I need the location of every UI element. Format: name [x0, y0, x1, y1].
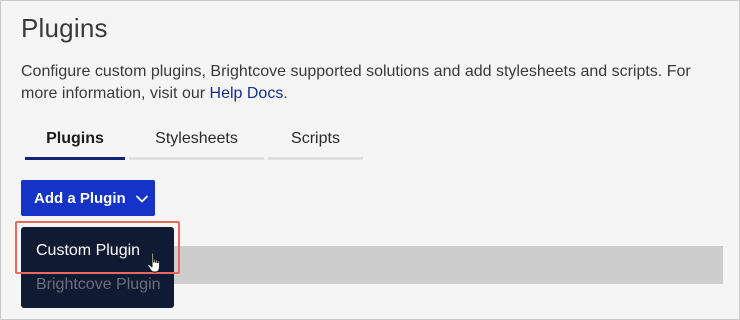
- plugin-list-row: [161, 246, 723, 284]
- help-docs-link[interactable]: Help Docs: [210, 85, 284, 102]
- page-title: Plugins: [21, 13, 108, 43]
- tab-stylesheets[interactable]: Stylesheets: [129, 127, 264, 160]
- tab-plugins[interactable]: Plugins: [25, 127, 125, 160]
- plugins-panel: Plugins Configure custom plugins, Bright…: [0, 0, 740, 320]
- add-plugin-button[interactable]: Add a Plugin: [21, 180, 155, 216]
- page-description: Configure custom plugins, Brightcove sup…: [21, 61, 731, 105]
- description-end: .: [283, 85, 288, 102]
- chevron-down-icon: [135, 190, 148, 207]
- hand-pointer-icon: [146, 252, 166, 274]
- tab-scripts[interactable]: Scripts: [268, 127, 363, 160]
- add-plugin-label: Add a Plugin: [34, 189, 126, 207]
- description-text: Configure custom plugins, Brightcove sup…: [21, 63, 691, 102]
